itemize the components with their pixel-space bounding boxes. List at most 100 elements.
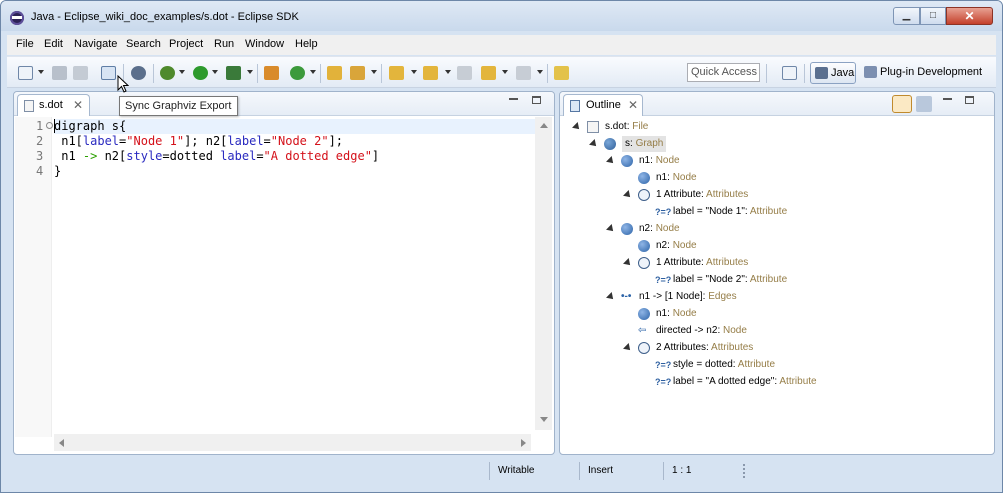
outline-item-type: Node <box>723 325 747 336</box>
sort-icon[interactable] <box>916 96 932 112</box>
save-all-icon[interactable] <box>73 66 88 80</box>
close-window-button[interactable]: ✕ <box>946 7 993 25</box>
outline-row[interactable]: n1: Node <box>560 306 990 322</box>
run-dropdown-icon[interactable] <box>212 70 218 74</box>
outline-item-name: label = "A dotted edge" <box>673 376 775 387</box>
outline-row[interactable]: ?=? style = dotted: Attribute <box>560 357 990 373</box>
fold-toggle-icon[interactable] <box>46 122 53 129</box>
editor-horizontal-scrollbar[interactable] <box>54 434 531 451</box>
menu-project[interactable]: Project <box>169 38 203 50</box>
maximize-outline-icon[interactable] <box>965 96 974 104</box>
back-dropdown-icon[interactable] <box>502 70 508 74</box>
outline-row[interactable]: 1 Attribute: Attributes <box>560 255 990 271</box>
outline-row-text: label = "A dotted edge": Attribute <box>673 374 817 390</box>
editor-vertical-scrollbar[interactable] <box>535 117 552 430</box>
search-dropdown-icon[interactable] <box>371 70 377 74</box>
expanded-twisty-icon[interactable] <box>623 343 633 353</box>
code-line[interactable]: digraph s{ <box>54 119 552 134</box>
close-tab-icon[interactable]: ✕ <box>73 98 83 112</box>
outline-row[interactable]: n1: Node <box>560 170 990 186</box>
menu-search[interactable]: Search <box>126 38 161 50</box>
new-class-dropdown-icon[interactable] <box>310 70 316 74</box>
menu-window[interactable]: Window <box>245 38 284 50</box>
close-outline-icon[interactable]: ✕ <box>628 98 638 112</box>
outline-row[interactable]: s: Graph <box>560 136 990 152</box>
attributes-icon <box>638 342 650 354</box>
outline-row-text: n2: Node <box>656 238 697 254</box>
plugin-development-perspective-button[interactable]: Plug-in Development <box>860 62 985 84</box>
external-tools-dropdown-icon[interactable] <box>247 70 253 74</box>
scroll-right-icon[interactable] <box>521 439 526 447</box>
menu-navigate[interactable]: Navigate <box>74 38 117 50</box>
next-annotation-dropdown-icon[interactable] <box>411 70 417 74</box>
tab-outline[interactable]: Outline ✕ <box>563 94 643 116</box>
graph-icon <box>604 138 616 150</box>
search-icon[interactable] <box>350 66 365 80</box>
java-perspective-button[interactable]: Java <box>810 62 856 84</box>
outline-row[interactable]: ?=? label = "Node 1": Attribute <box>560 204 990 220</box>
menu-file[interactable]: File <box>16 38 34 50</box>
status-drag-handle[interactable] <box>743 464 745 478</box>
outline-row[interactable]: n1: Node <box>560 153 990 169</box>
expanded-twisty-icon[interactable] <box>572 122 582 132</box>
expanded-twisty-icon[interactable] <box>623 258 633 268</box>
back-icon[interactable] <box>481 66 496 80</box>
expanded-twisty-icon[interactable] <box>606 292 616 302</box>
outline-row[interactable]: ⇦ directed -> n2: Node <box>560 323 990 339</box>
scroll-down-icon[interactable] <box>540 417 548 422</box>
scroll-left-icon[interactable] <box>59 439 64 447</box>
debug-icon[interactable] <box>160 66 175 80</box>
minimize-outline-icon[interactable] <box>943 98 952 100</box>
menu-run[interactable]: Run <box>214 38 234 50</box>
last-edit-location-icon[interactable] <box>457 66 472 80</box>
minimize-editor-icon[interactable] <box>509 98 518 100</box>
outline-row[interactable]: 2 Attributes: Attributes <box>560 340 990 356</box>
new-java-class-icon[interactable] <box>290 66 305 80</box>
toggle-breakpoint-icon[interactable] <box>131 66 146 80</box>
outline-row[interactable]: 1 Attribute: Attributes <box>560 187 990 203</box>
new-dropdown-icon[interactable] <box>38 70 44 74</box>
open-type-icon[interactable] <box>327 66 342 80</box>
outline-row[interactable]: ?=? label = "Node 2": Attribute <box>560 272 990 288</box>
tab-s-dot[interactable]: s.dot ✕ <box>17 94 90 116</box>
code-line[interactable]: } <box>54 164 552 179</box>
expanded-twisty-icon[interactable] <box>589 139 599 149</box>
code-line[interactable]: n1[label="Node 1"]; n2[label="Node 2"]; <box>54 134 552 149</box>
run-icon[interactable] <box>193 66 208 80</box>
outline-row[interactable]: ?=? label = "A dotted edge": Attribute <box>560 374 990 390</box>
code-line[interactable]: n1 -> n2[style=dotted label="A dotted ed… <box>54 149 552 164</box>
debug-dropdown-icon[interactable] <box>179 70 185 74</box>
previous-annotation-icon[interactable] <box>423 66 438 80</box>
toolbar-separator <box>547 64 548 83</box>
link-with-editor-icon[interactable] <box>892 95 912 113</box>
sync-graphviz-export-icon[interactable] <box>101 66 116 80</box>
maximize-editor-icon[interactable] <box>532 96 541 104</box>
forward-icon[interactable] <box>516 66 531 80</box>
save-icon[interactable] <box>52 66 67 80</box>
menu-help[interactable]: Help <box>295 38 318 50</box>
open-perspective-icon[interactable] <box>782 66 797 80</box>
title-bar[interactable]: Java - Eclipse_wiki_doc_examples/s.dot -… <box>1 1 1002 31</box>
pin-editor-icon[interactable] <box>554 66 569 80</box>
outline-row[interactable]: s.dot: File <box>560 119 990 135</box>
external-tools-icon[interactable] <box>226 66 241 80</box>
new-icon[interactable] <box>18 66 33 80</box>
scroll-up-icon[interactable] <box>540 123 548 128</box>
outline-row[interactable]: n2: Node <box>560 221 990 237</box>
minimize-button[interactable]: ▁ <box>893 7 920 25</box>
previous-annotation-dropdown-icon[interactable] <box>445 70 451 74</box>
expanded-twisty-icon[interactable] <box>606 224 616 234</box>
outline-row[interactable]: n2: Node <box>560 238 990 254</box>
plugin-perspective-icon <box>864 66 877 78</box>
file-icon <box>587 121 599 133</box>
next-annotation-icon[interactable] <box>389 66 404 80</box>
quick-access-input[interactable]: Quick Access <box>687 63 760 82</box>
outline-row[interactable]: •-• n1 -> [1 Node]: Edges <box>560 289 990 305</box>
maximize-button[interactable]: □ <box>920 7 946 25</box>
expanded-twisty-icon[interactable] <box>623 190 633 200</box>
new-java-package-icon[interactable] <box>264 66 279 80</box>
expanded-twisty-icon[interactable] <box>606 156 616 166</box>
menu-edit[interactable]: Edit <box>44 38 63 50</box>
code-token: label <box>82 134 120 148</box>
forward-dropdown-icon[interactable] <box>537 70 543 74</box>
